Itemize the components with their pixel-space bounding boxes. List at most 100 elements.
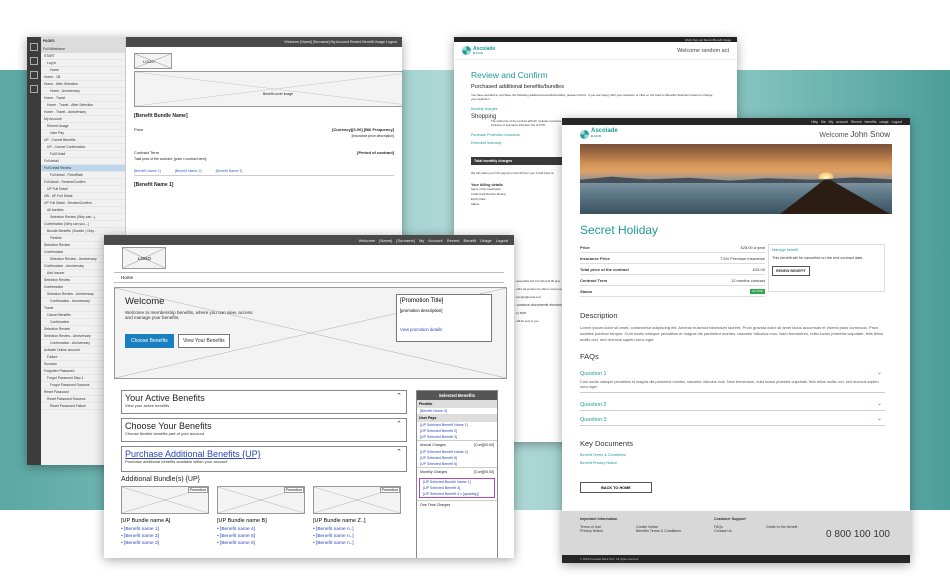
page-tree-item[interactable]: Full detail - Review/Confirm (41, 179, 125, 186)
logo-mark-icon (580, 129, 589, 139)
promo-title: [Promotion Title] (400, 298, 444, 304)
description-title: Description (580, 311, 618, 320)
page-tree-item[interactable]: Home - Travel - After Selection (41, 102, 125, 109)
wireframe-welcome-screen: Welcome [Name] [Surname] My Account Rece… (104, 235, 514, 558)
page-tree-item[interactable]: Selection Review (Why can...) (41, 214, 125, 221)
page-tree-item[interactable]: Home (41, 67, 125, 74)
page-tree-item[interactable]: UP - Cancel Benefits (41, 137, 125, 144)
contract-note: Total price of the contract: [price x co… (134, 157, 207, 161)
page-tree-item[interactable]: User Pay (41, 130, 125, 137)
section-title: [Benefit Name 1] (134, 182, 174, 188)
bundle-card-a[interactable]: Promotion [UP Bundle name A] • [Benefit … (121, 486, 209, 558)
page-tree-item[interactable]: My Account (41, 116, 125, 123)
bank-logo[interactable]: Ascolade BANK (580, 128, 618, 139)
accordion-choose-benefits[interactable]: Choose Your Benefits Choose flexible bene… (121, 418, 407, 442)
page-title: Secret Holiday (580, 223, 659, 237)
footer-link[interactable]: Benefits Terms & Conditions (636, 529, 681, 533)
chevron-up-icon[interactable]: ⌃ (396, 448, 402, 456)
interactions-icon[interactable] (30, 85, 38, 93)
nav-home[interactable]: Home (121, 275, 133, 280)
page-tree-item[interactable]: UB - UP Full Detail (41, 193, 125, 200)
page-tree-item[interactable]: UP Full Detail - Review/Confirm (41, 200, 125, 207)
footer-link[interactable]: Guide to the benefit (766, 525, 797, 529)
library-icon[interactable] (30, 57, 38, 65)
pages-icon[interactable] (30, 43, 38, 51)
page-tree-item[interactable]: All bundles (41, 207, 125, 214)
page-tree-item[interactable]: Home - Anniversary (41, 88, 125, 95)
hero-image (580, 144, 892, 214)
monthly-charges-label: Monthly charges (471, 107, 498, 111)
bundle-card-z[interactable]: Promotion [UP Bundle name Z..] • [Benefi… (313, 486, 401, 558)
view-benefits-button[interactable]: View Your Benefits (177, 334, 230, 348)
page-tree-item[interactable]: Bundle Benefits | Bundle | Only... (41, 228, 125, 235)
tab-benefit-1[interactable]: [Benefit Name 1] (134, 169, 161, 173)
doc-link-privacy[interactable]: Benefit Privacy Notice (580, 461, 617, 465)
chevron-down-icon[interactable]: ⌄ (877, 369, 882, 376)
page-subtitle: Purchased additional benefits/bundles (471, 84, 564, 90)
status-badge: ACTIVE (750, 288, 765, 294)
contract-value: [Period of contract] (357, 150, 394, 155)
welcome-text: Welcome to membership benefits, where yo… (125, 310, 253, 320)
back-to-home-button[interactable]: BACK TO HOME (580, 482, 652, 493)
page-tree-item[interactable]: UP - Cancel Confirmation (41, 144, 125, 151)
page-tree-item[interactable]: Home - Travel (41, 95, 125, 102)
chevron-up-icon[interactable]: ⌃ (396, 420, 402, 428)
page-tree-item[interactable]: Home - Travel - Anniversary (41, 109, 125, 116)
logo-placeholder[interactable]: LOGO (122, 247, 166, 269)
bundle-name: [Benefit Bundle Name] (134, 113, 188, 119)
tab-benefit-2[interactable]: [Benefit Name 2] (175, 169, 202, 173)
choose-benefits-button[interactable]: Choose Benefits (125, 334, 174, 348)
page-tree-item[interactable]: Full detail - FixedRate (41, 172, 125, 179)
panel-title: Selected Benefits (417, 391, 497, 400)
benefit-tabs: [Benefit Name 1] [Benefit Name 2] [Benef… (134, 169, 394, 176)
page-tree-item[interactable]: Recent Usage (41, 123, 125, 130)
bank-logo[interactable]: Ascolade BANK (462, 46, 495, 55)
chevron-down-icon[interactable]: ⌄ (877, 415, 882, 422)
page-title: Review and Confirm (471, 70, 548, 80)
cover-image-placeholder: Benefit cover image (134, 71, 402, 107)
renew-benefit-button[interactable]: RENEW BENEFIT (772, 266, 810, 276)
page-tree-item[interactable]: Home - 1B (41, 74, 125, 81)
faq-title: FAQs (580, 352, 599, 361)
manage-benefit-link[interactable]: Manage benefit (772, 248, 881, 252)
intro-text: You have decided to purchase the followi… (471, 93, 713, 101)
chevron-up-icon[interactable]: ⌃ (396, 392, 402, 400)
page-tree-item[interactable]: START (41, 53, 125, 60)
pages-header: PAGES (41, 37, 125, 45)
promo-desc: [promotion description] (400, 308, 443, 313)
up-item[interactable]: [UP Selected Benefit 4 x [quantity]] (420, 491, 494, 497)
faq-item-1[interactable]: Question 1 ⌄ Cum sociis natoque penatibus… (580, 369, 885, 393)
page-tree-item[interactable]: Full Detail Review (41, 165, 125, 172)
faq-item-3[interactable]: Question 3 ⌄ (580, 415, 885, 426)
accordion-active-benefits[interactable]: Your Active Benefits View your active ben… (121, 390, 407, 414)
hero-banner: Welcome Welcome to membership benefits, … (114, 287, 507, 379)
page-tree-item[interactable]: Full Detail (41, 151, 125, 158)
promo-link[interactable]: View promotion details (400, 327, 488, 332)
tool-rail (27, 37, 41, 465)
faq-item-2[interactable]: Question 2 ⌄ (580, 400, 885, 411)
bundle-card-b[interactable]: Promotion [UP Bundle name B] • [Benefit … (217, 486, 305, 558)
footer-link[interactable]: Privacy Notice (580, 529, 617, 533)
accordion-purchase-additional[interactable]: Purchase Additional Benefits {UP} Purchas… (121, 446, 407, 472)
description-text: Lorem ipsum dolor sit amet, consectetur … (580, 325, 884, 342)
support-phone: 0 800 100 100 (826, 529, 890, 540)
footer: Important Information Terms of Use Priva… (562, 511, 910, 563)
tab-benefit-3[interactable]: [Benefit Name 3] (216, 169, 243, 173)
manage-text: This benefit will be cancelled on the en… (772, 256, 864, 260)
page-tree-item[interactable]: Full detail (41, 158, 125, 165)
footer-link[interactable]: Contact Us (714, 529, 746, 533)
logo-placeholder: LOGO (134, 53, 172, 69)
chevron-down-icon[interactable]: ⌄ (877, 400, 882, 407)
outline-icon[interactable] (30, 71, 38, 79)
price-value: [Currency][0.00] [Bill Frequency] (331, 127, 394, 132)
page-tree-item[interactable]: UP Full Detail (41, 186, 125, 193)
key-documents-title: Key Documents (580, 439, 633, 448)
selected-benefits-panel: Selected Benefits Flexible [Benefit Name… (416, 390, 498, 558)
doc-link-terms[interactable]: Benefit Terms & Conditions (580, 453, 626, 457)
page-tree-item[interactable]: Confirmation (Why can you...) (41, 221, 125, 228)
page-tree-item[interactable]: Log in (41, 60, 125, 67)
page-tree-item[interactable]: Home - After Selection (41, 81, 125, 88)
additional-bundles-title: Additional Bundle(s) {UP} (121, 476, 200, 483)
welcome-text: Welcome random act (677, 47, 729, 54)
welcome-user: Welcome John Snow (819, 129, 890, 139)
